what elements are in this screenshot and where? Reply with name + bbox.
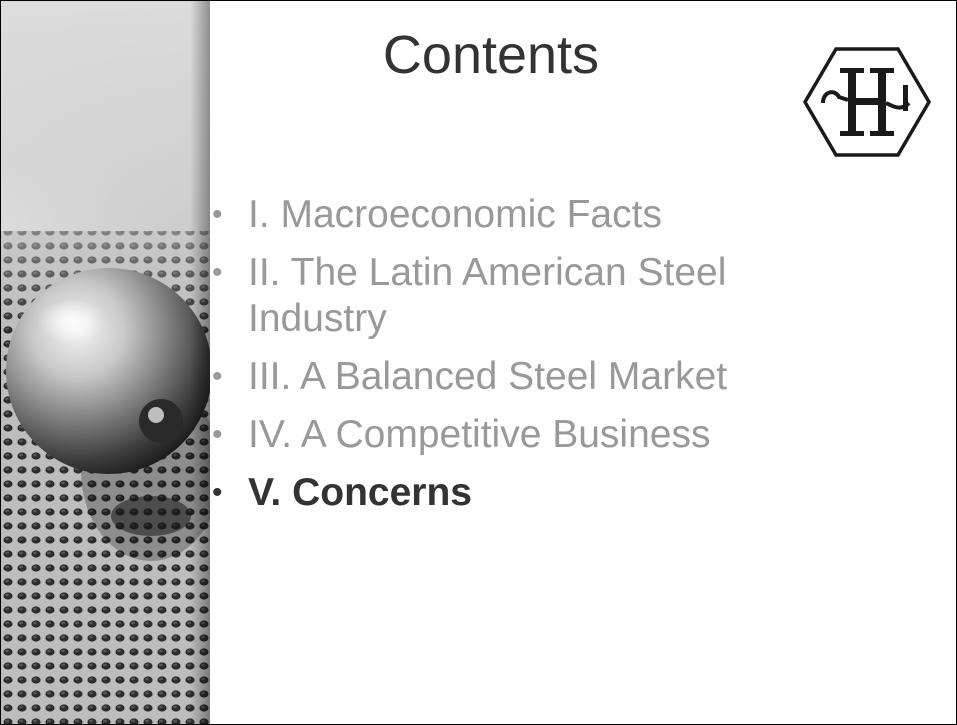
bullet: •	[212, 418, 223, 451]
list-item-competitive-business: • IV. A Competitive Business	[206, 412, 826, 458]
list-item-concerns-active: • V. Concerns	[206, 470, 826, 516]
bullet: •	[212, 198, 223, 231]
chrome-sphere-on-perforated-metal-image	[1, 1, 210, 724]
list-item-label: II. The Latin American Steel Industry	[248, 251, 727, 340]
bullet: •	[212, 256, 223, 289]
list-item-label: I. Macroeconomic Facts	[248, 193, 662, 236]
list-item-label: IV. A Competitive Business	[248, 413, 711, 456]
list-item-balanced-steel-market: • III. A Balanced Steel Market	[206, 354, 826, 400]
company-monogram-hexagon-logo	[801, 45, 933, 159]
bullet: •	[212, 360, 223, 393]
slide: Contents • I. Macroeconomic Facts • II. …	[0, 0, 957, 725]
list-item-label: V. Concerns	[248, 471, 472, 514]
list-item-latin-american-steel-industry: • II. The Latin American Steel Industry	[206, 250, 826, 342]
list-item-macroeconomic-facts: • I. Macroeconomic Facts	[206, 192, 826, 238]
contents-list: • I. Macroeconomic Facts • II. The Latin…	[206, 192, 826, 528]
bullet: •	[212, 476, 223, 509]
list-item-label: III. A Balanced Steel Market	[248, 355, 728, 398]
slide-title: Contents	[382, 25, 600, 85]
